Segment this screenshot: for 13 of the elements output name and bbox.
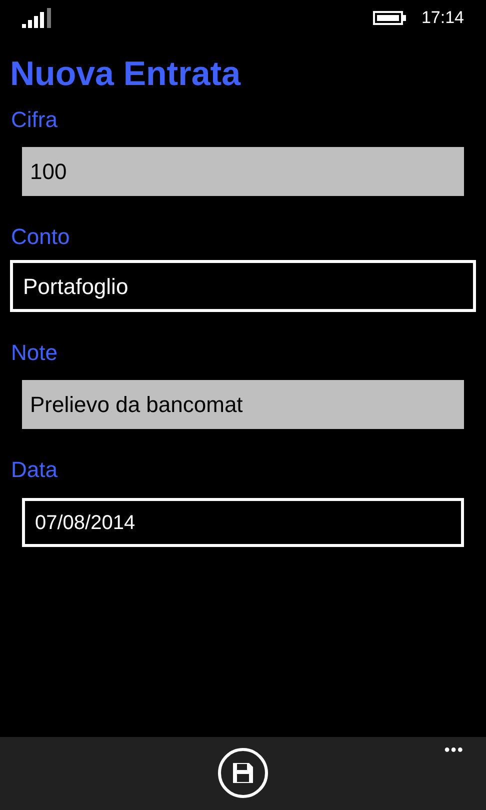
save-button[interactable] [218, 748, 268, 798]
input-field[interactable]: 100 [22, 147, 464, 196]
input-field[interactable]: Prelievo da bancomat [22, 380, 464, 429]
field-label: Conto [11, 224, 70, 250]
date-picker[interactable]: 07/08/2014 [22, 498, 464, 547]
more-options[interactable]: ••• [444, 739, 464, 763]
field-label: Note [11, 340, 58, 366]
clock-time: 17:14 [421, 7, 464, 30]
field-label: Data [11, 457, 58, 483]
battery-icon [373, 11, 408, 25]
page-title: Nuova Entrata [10, 54, 240, 94]
account-picker[interactable]: Portafoglio [10, 260, 476, 312]
field-label: Cifra [11, 107, 58, 133]
